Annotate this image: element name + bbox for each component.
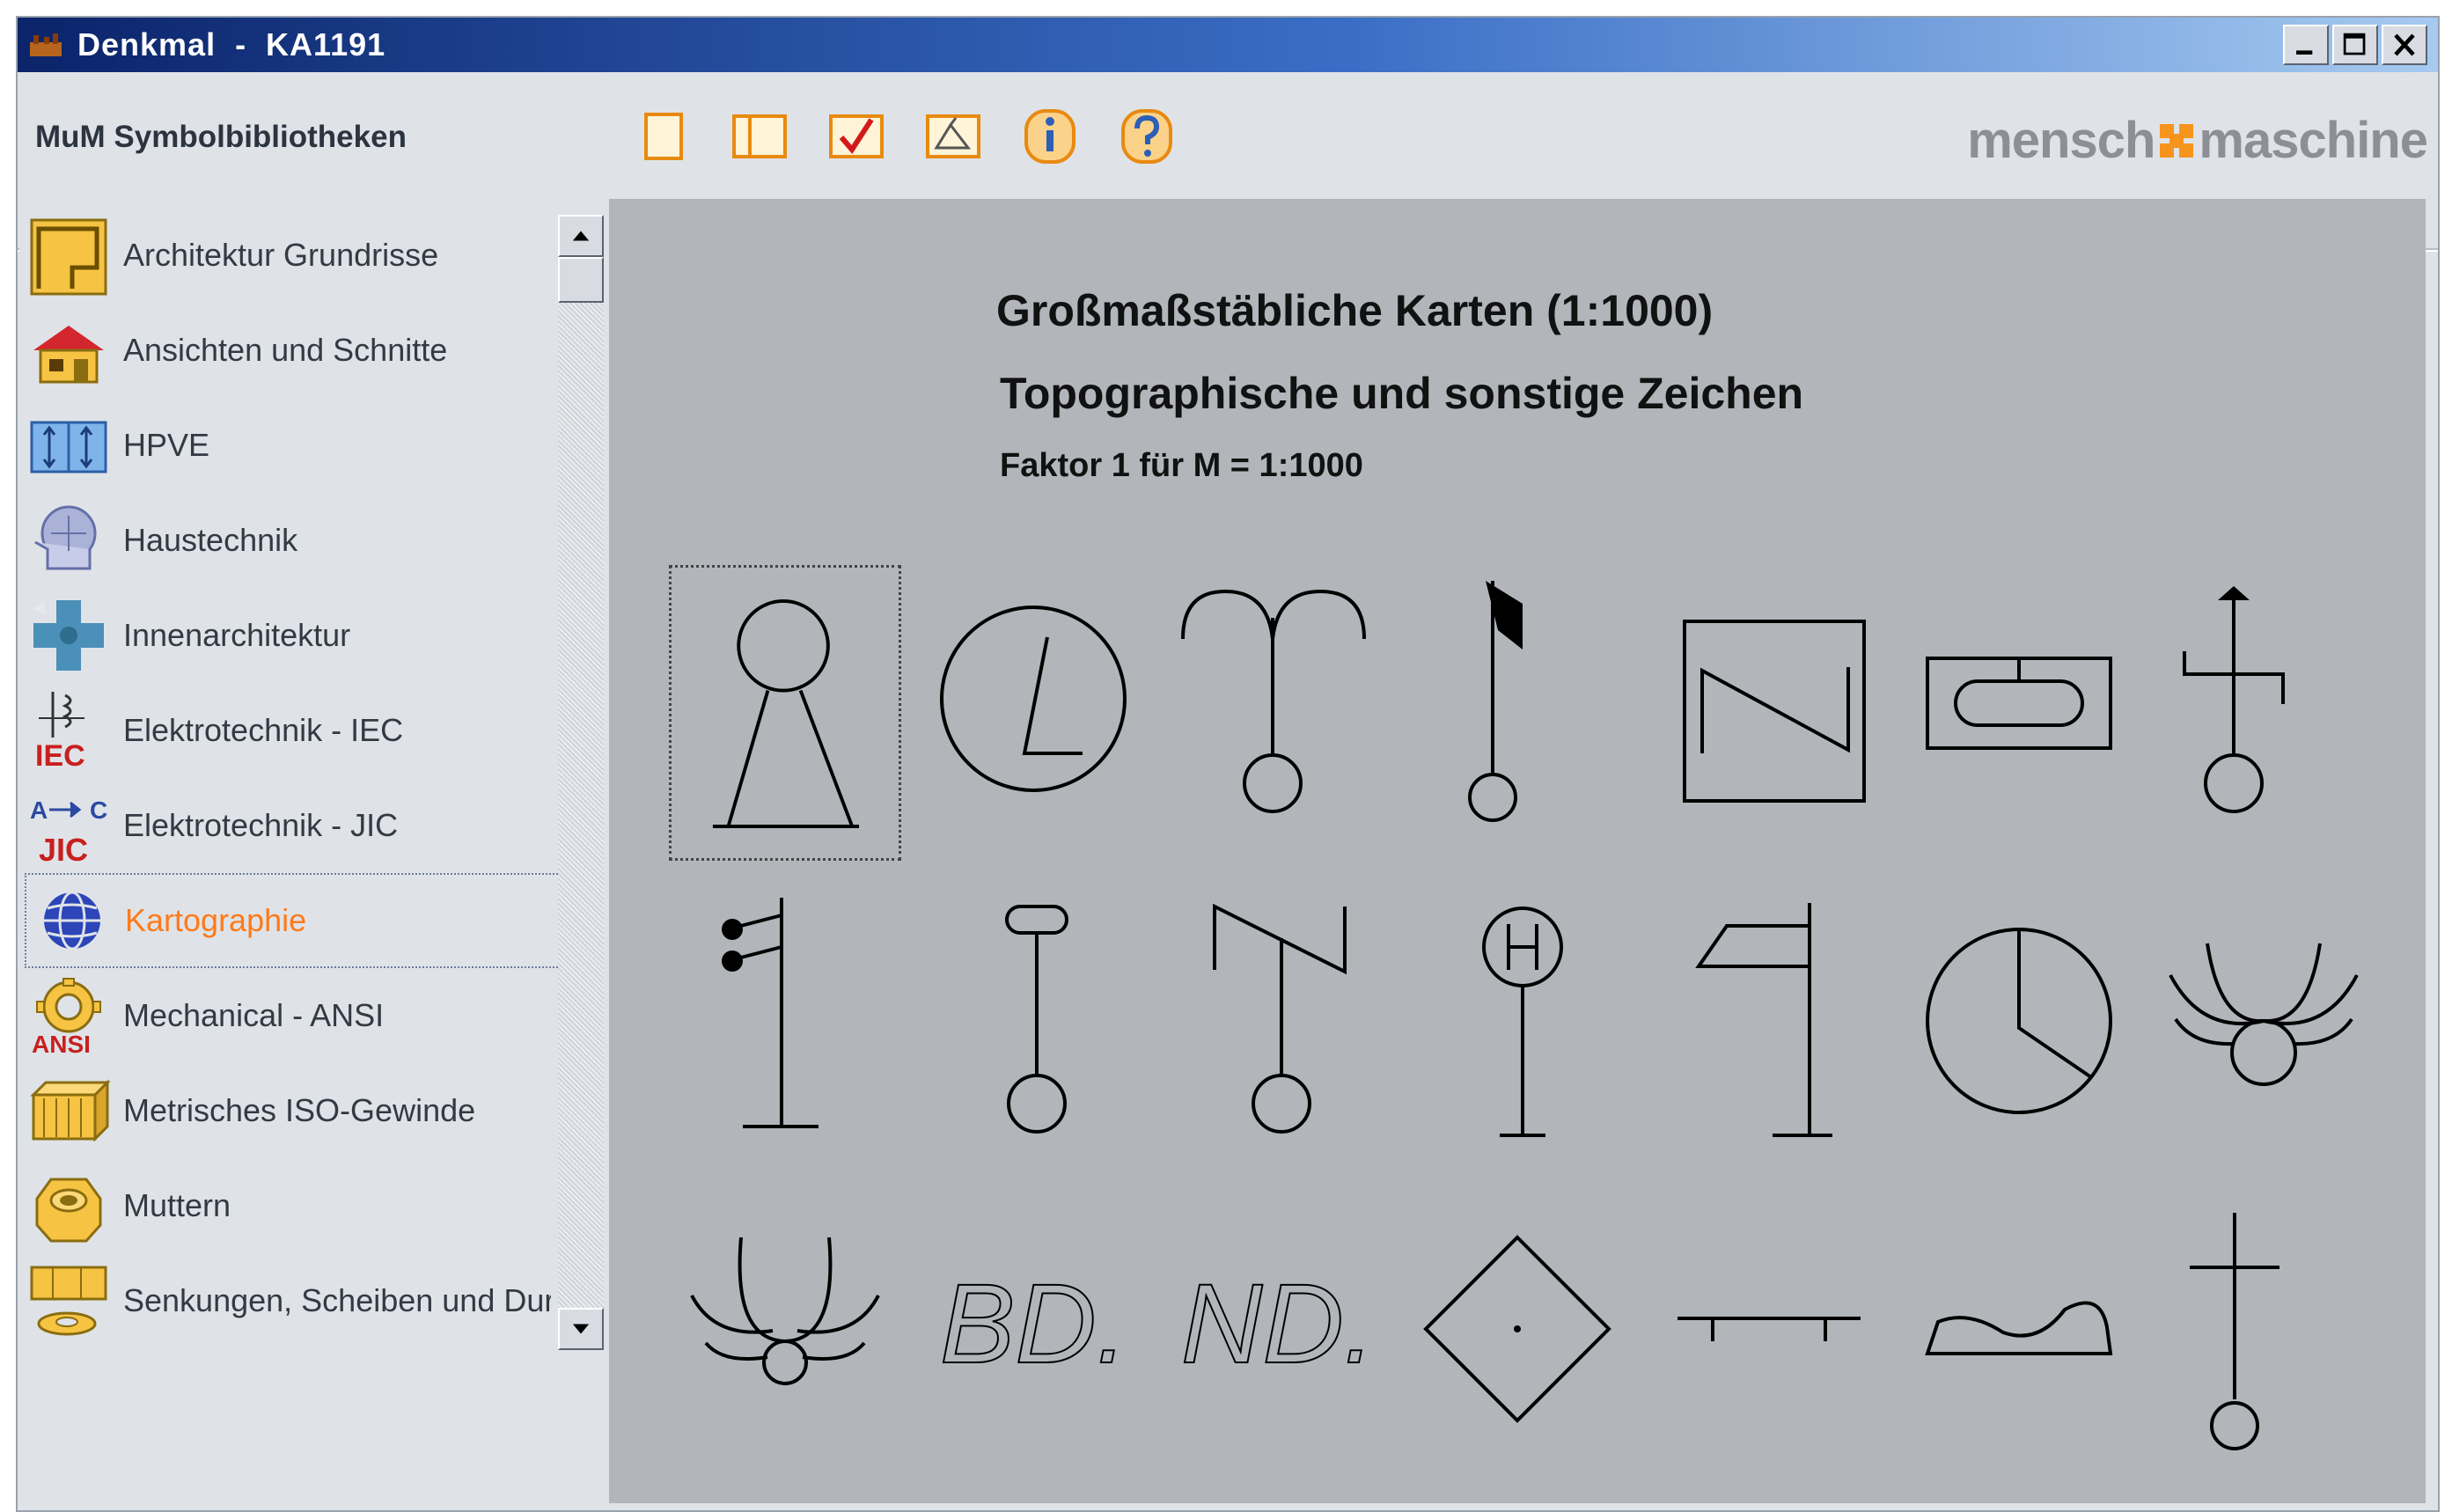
sidebar-item-label: Metrisches ISO-Gewinde — [123, 1092, 476, 1128]
svg-text:IEC: IEC — [35, 739, 85, 773]
symbol-square-n[interactable] — [1681, 618, 1868, 804]
sidebar-item-label: Ansichten und Schnitte — [123, 332, 448, 368]
brand-x-icon — [2160, 123, 2194, 158]
floorplan-icon — [26, 213, 111, 297]
symbol-clock[interactable] — [1924, 926, 2114, 1116]
jic-icon: A C JIC — [26, 783, 111, 868]
sidebar-item-muttern[interactable]: Muttern — [25, 1158, 562, 1253]
brand-right-text: maschine — [2199, 112, 2428, 169]
symbol-post-oval[interactable] — [1002, 903, 1072, 1141]
iec-icon: IEC — [26, 688, 111, 773]
symbol-n-post[interactable] — [1211, 903, 1352, 1141]
page-subtitle: Topographische und sonstige Zeichen — [1000, 369, 1804, 418]
checklist-icon[interactable] — [827, 107, 885, 165]
sidebar-item-elektro-iec[interactable]: IEC Elektrotechnik - IEC — [25, 683, 562, 778]
svg-text:C: C — [90, 796, 107, 824]
scale-factor: Faktor 1 für M = 1:1000 — [1000, 447, 1363, 484]
sidebar-item-label: Elektrotechnik - IEC — [123, 712, 404, 748]
app-window: Denkmal - KA1191 MuM Symbolbibliotheken — [16, 16, 2440, 1512]
sidebar-item-label: Haustechnik — [123, 522, 298, 558]
library-title: MuM Symbolbibliotheken — [35, 120, 407, 154]
sidebar-item-hpve[interactable]: HPVE — [25, 398, 562, 493]
symbol-text-bd[interactable]: BD. — [936, 1260, 1148, 1388]
sidebar-scrollbar[interactable] — [558, 215, 604, 1350]
sidebar-item-ansichten[interactable]: Ansichten und Schnitte — [25, 303, 562, 398]
maximize-icon[interactable] — [2332, 25, 2378, 65]
scroll-thumb[interactable] — [558, 257, 604, 303]
gear-icon: ANSI — [26, 973, 111, 1058]
scroll-down-icon[interactable] — [558, 1308, 604, 1350]
sidebar-item-label: Elektrotechnik - JIC — [123, 807, 399, 843]
symbol-insect[interactable] — [688, 1234, 882, 1389]
symbol-text-nd[interactable]: ND. — [1178, 1260, 1406, 1388]
sidebar-item-label: Muttern — [123, 1187, 231, 1223]
scroll-up-icon[interactable] — [558, 215, 604, 257]
globe-icon — [28, 878, 113, 963]
symbol-ledge[interactable] — [1676, 1313, 1862, 1348]
sidebar-item-elektro-jic[interactable]: A C JIC Elektrotechnik - JIC — [25, 778, 562, 873]
symbol-cross-post[interactable] — [2186, 1209, 2283, 1456]
nut-icon — [26, 1163, 111, 1248]
sidebar-item-mechanical-ansi[interactable]: ANSI Mechanical - ANSI — [25, 968, 562, 1063]
library-list: Architektur Grundrisse Ansichten und Sch… — [25, 208, 562, 1348]
title-bar[interactable]: Denkmal - KA1191 — [18, 18, 2438, 72]
svg-text:ANSI: ANSI — [32, 1031, 91, 1058]
sidebar-item-senkungen[interactable]: Senkungen, Scheiben und Durchgangslöcher — [25, 1253, 562, 1348]
symbol-preview-panel: Großmaßstäbliche Karten (1:1000) Topogra… — [609, 199, 2426, 1503]
app-icon — [28, 30, 63, 60]
symbol-spider[interactable] — [2167, 940, 2360, 1107]
thread-icon — [26, 1068, 111, 1153]
symbol-bell-post[interactable] — [713, 894, 819, 1132]
sidebar-item-innenarchitektur[interactable]: Innenarchitektur — [25, 588, 562, 683]
sidebar-item-label: HPVE — [123, 427, 210, 463]
svg-text:BD.: BD. — [940, 1261, 1127, 1387]
insert-block-icon[interactable] — [924, 107, 982, 165]
symbol-diamond-dot[interactable] — [1422, 1234, 1612, 1424]
symbol-h-post[interactable] — [1479, 903, 1567, 1141]
toolbar: MuM Symbolbibliotheken mensch maschine — [18, 72, 2438, 252]
house-icon — [26, 308, 111, 393]
sidebar-item-label: Innenarchitektur — [123, 617, 351, 653]
symbol-circle-l[interactable] — [936, 602, 1130, 796]
symbol-flag-circle[interactable] — [1463, 577, 1568, 824]
sidebar-item-haustechnik[interactable]: Haustechnik — [25, 493, 562, 588]
svg-text:A: A — [30, 796, 48, 824]
svg-text:JIC: JIC — [39, 832, 88, 868]
sidebar-item-label: Architektur Grundrisse — [123, 237, 439, 273]
symbol-monument[interactable] — [669, 565, 901, 861]
sidebar-item-label: Senkungen, Scheiben und Durchgangslöcher — [123, 1282, 551, 1318]
hvac-icon — [26, 498, 111, 583]
sidebar-item-kartographie[interactable]: Kartographie — [25, 873, 562, 968]
symbol-pitchfork[interactable] — [1179, 583, 1373, 815]
brand-left-text: mensch — [1967, 112, 2155, 169]
new-page-icon[interactable] — [634, 107, 692, 165]
symbol-rect-slot[interactable] — [1924, 655, 2114, 752]
window-controls — [2283, 25, 2427, 65]
toolbar-buttons — [634, 107, 1176, 165]
sidebar-item-architektur[interactable]: Architektur Grundrisse — [25, 208, 562, 303]
brand-logo: mensch maschine — [1967, 111, 2428, 170]
open-book-icon[interactable] — [730, 107, 789, 165]
symbol-flag-post[interactable] — [1695, 899, 1836, 1141]
symbol-terrain[interactable] — [1924, 1283, 2113, 1357]
close-icon[interactable] — [2382, 25, 2427, 65]
symbol-arrow-cross[interactable] — [2181, 584, 2287, 824]
sidebar-item-iso-gewinde[interactable]: Metrisches ISO-Gewinde — [25, 1063, 562, 1158]
interior-icon — [26, 593, 111, 678]
page-title: Großmaßstäbliche Karten (1:1000) — [996, 286, 1714, 335]
help-icon[interactable] — [1118, 107, 1176, 165]
svg-text:ND.: ND. — [1181, 1261, 1375, 1387]
window-title: Denkmal - KA1191 — [77, 26, 386, 62]
sidebar-item-label: Mechanical - ANSI — [123, 997, 385, 1033]
washer-icon — [26, 1259, 111, 1343]
library-sidebar: Architektur Grundrisse Ansichten und Sch… — [19, 199, 609, 1510]
info-icon[interactable] — [1021, 107, 1079, 165]
hpve-icon — [26, 403, 111, 488]
sidebar-item-label: Kartographie — [125, 902, 307, 938]
minimize-icon[interactable] — [2283, 25, 2329, 65]
